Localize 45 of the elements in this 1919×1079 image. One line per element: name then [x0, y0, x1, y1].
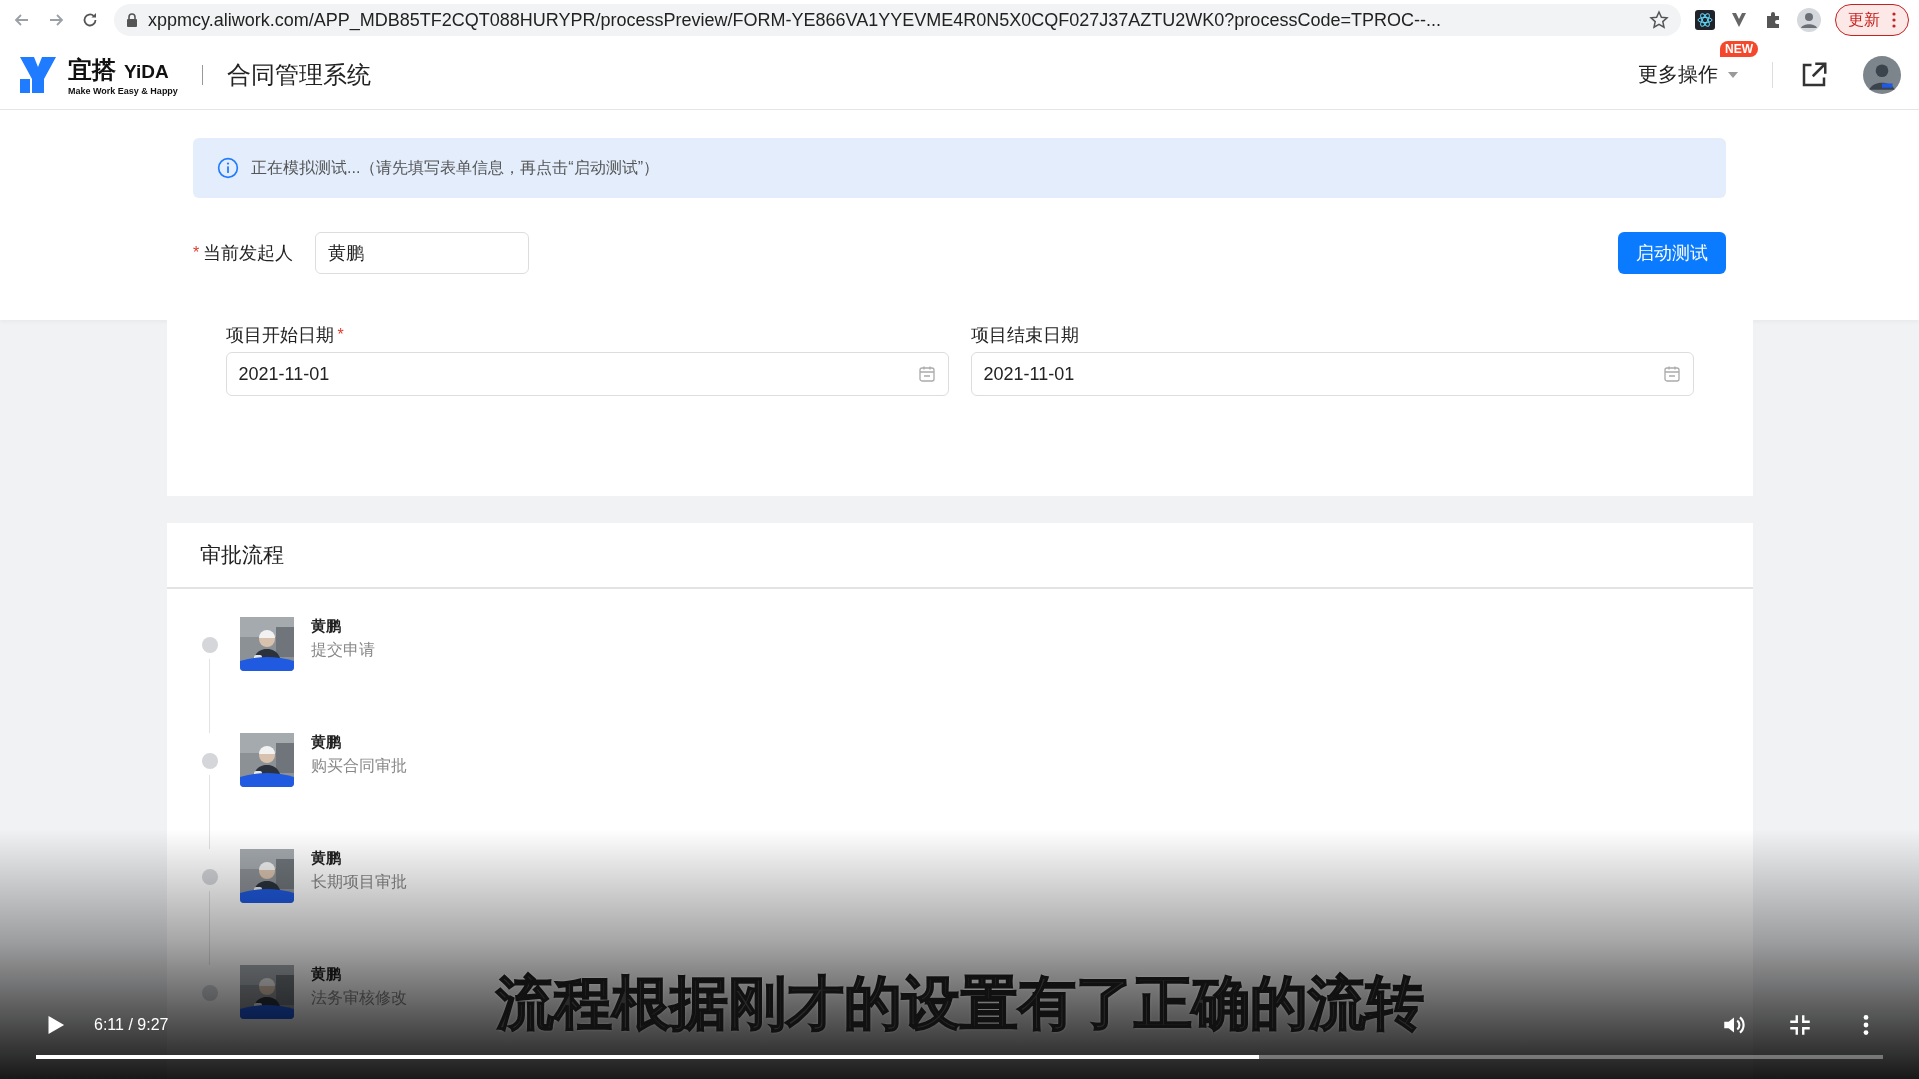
section-title: 审批流程: [199, 542, 284, 568]
step-dot: [201, 637, 218, 653]
star-icon[interactable]: [1649, 10, 1669, 30]
lock-icon: [126, 13, 138, 27]
url-text: xppmcy.aliwork.com/APP_MDB85TF2CQT088HURYPR/processPreview/FORM-YE866VA1YYEVME4R0N5X0CQF027J37AZTU2WK0?processCode=TPROC--...: [148, 9, 1442, 31]
initiator-field[interactable]: 黄鹏: [315, 232, 530, 274]
approver-name: 黄鹏: [310, 733, 342, 752]
calendar-icon: [917, 365, 936, 383]
approver-name: 黄鹏: [310, 849, 342, 868]
step-name: 提交申请: [310, 640, 375, 660]
banner-message: 正在模拟测试...（请先填写表单信息，再点击“启动测试”）: [251, 157, 659, 178]
field-label: 当前发起人: [203, 242, 294, 265]
subtitle: 流程根据刚才的设置有了正确的流转: [495, 968, 1424, 1039]
logo-text: 宜搭: [68, 54, 116, 85]
start-test-button[interactable]: 启动测试: [1618, 232, 1726, 274]
address-bar[interactable]: xppmcy.aliwork.com/APP_MDB85TF2CQT088HURYPR/processPreview/FORM-YE866VA1YYEVME4R0N5X0CQF027J37AZTU2WK0?processCode=TPROC--...: [114, 4, 1681, 36]
new-badge: NEW: [1720, 41, 1758, 57]
step-dot: [201, 753, 218, 769]
logo-tagline: Make Work Easy & Happy: [68, 85, 178, 96]
field-label: 项目结束日期: [970, 324, 1079, 347]
step-name: 长期项目审批: [310, 872, 407, 892]
caret-icon: [1728, 71, 1738, 78]
user-avatar[interactable]: [1863, 55, 1901, 94]
approver-name: 黄鹏: [310, 965, 342, 984]
required-mark: *: [193, 244, 200, 262]
kebab-icon: [1892, 12, 1896, 28]
atom-icon[interactable]: [1695, 10, 1715, 30]
logo-brand: YiDA: [124, 60, 169, 83]
date-field[interactable]: 2021-11-01: [970, 352, 1694, 396]
calendar-icon: [1662, 365, 1681, 383]
profile-icon[interactable]: [1797, 8, 1821, 32]
step-name: 购买合同审批: [310, 756, 407, 776]
step-dot: [201, 985, 218, 1001]
info-icon: [217, 157, 239, 179]
progress-track[interactable]: [36, 1055, 1883, 1059]
video-time: 6:11 / 9:27: [94, 1016, 169, 1034]
field-label: 项目开始日期: [225, 324, 334, 347]
approver-name: 黄鹏: [310, 617, 342, 636]
required-mark: *: [337, 326, 344, 344]
logo-icon[interactable]: [18, 54, 58, 95]
app-title: 合同管理系统: [226, 59, 371, 90]
update-button[interactable]: 更新: [1835, 4, 1909, 36]
step-dot: [201, 869, 218, 885]
date-field[interactable]: 2021-11-01: [225, 352, 949, 396]
exit-fullscreen-icon[interactable]: [1787, 1012, 1813, 1038]
